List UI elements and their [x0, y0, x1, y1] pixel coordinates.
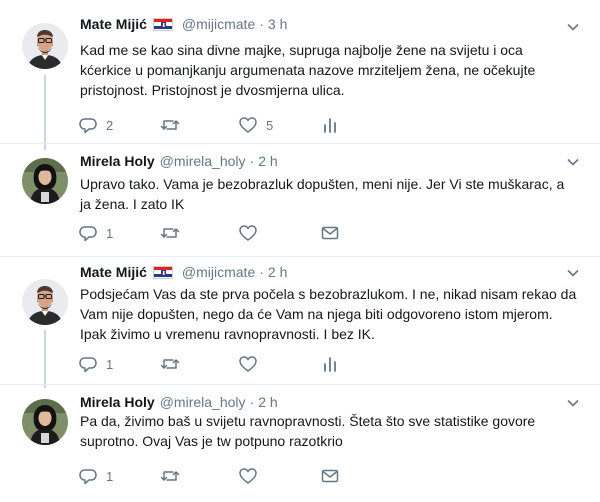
reply-count: 1 [106, 225, 114, 241]
tweet-actions: 1 [78, 223, 368, 243]
separator-dot: · [259, 16, 264, 32]
tweet-header: Mirela Holy @mirela_holy · 2 h [80, 392, 278, 412]
avatar[interactable] [22, 279, 68, 325]
heart-icon [239, 356, 257, 372]
separator-dot: · [249, 153, 255, 169]
reply-count: 1 [106, 468, 114, 484]
chevron-down-icon[interactable] [566, 396, 580, 410]
tweet-header: Mate Mijić @mijicmate · 3 h [80, 14, 287, 34]
tweet[interactable]: Mirela Holy @mirela_holy · 2 h Pa da, ži… [0, 384, 600, 502]
envelope-icon [321, 469, 339, 483]
chevron-down-icon[interactable] [566, 20, 580, 34]
like-count: 5 [266, 117, 274, 133]
retweet-button[interactable] [160, 223, 188, 243]
tweet-actions: 1 [78, 466, 368, 486]
heart-icon [239, 468, 257, 484]
avatar[interactable] [22, 23, 68, 69]
tweet-text: Upravo tako. Vama je bezobrazluk dopušte… [80, 176, 565, 212]
heart-icon [239, 225, 257, 241]
reply-button[interactable]: 1 [78, 223, 113, 243]
tweet-thread: Mate Mijić @mijicmate · 3 h Kad me se ka… [0, 0, 600, 502]
like-button[interactable] [238, 466, 266, 486]
reply-icon [79, 469, 97, 485]
retweet-button[interactable] [160, 354, 188, 374]
avatar[interactable] [22, 158, 68, 204]
croatia-flag-icon [152, 265, 173, 279]
tweet-text: Podsjećam Vas da ste prva počela s bezob… [80, 286, 577, 342]
author-name[interactable]: Mirela Holy [80, 153, 155, 169]
like-button[interactable] [238, 223, 266, 243]
reply-count: 1 [106, 356, 114, 372]
reply-button[interactable]: 1 [78, 466, 113, 486]
direct-message-button[interactable] [320, 466, 340, 486]
like-button[interactable]: 5 [238, 115, 273, 135]
analytics-button[interactable] [320, 354, 340, 374]
tweet[interactable]: Mirela Holy @mirela_holy · 2 h Upravo ta… [0, 143, 600, 256]
reply-button[interactable]: 1 [78, 354, 113, 374]
like-button[interactable] [238, 354, 266, 374]
retweet-icon [160, 228, 180, 238]
tweet-text: Pa da, živimo baš u svijetu ravnopravnos… [80, 413, 536, 449]
tweet[interactable]: Mate Mijić @mijicmate · 2 h Podsjećam Va… [0, 256, 600, 384]
tweet-timestamp[interactable]: 2 h [258, 153, 277, 169]
analytics-icon [324, 357, 336, 372]
author-handle[interactable]: @mijicmate [182, 264, 255, 280]
author-name[interactable]: Mate Mijić [80, 16, 147, 32]
retweet-button[interactable] [160, 115, 188, 135]
chevron-down-icon[interactable] [566, 155, 580, 169]
tweet-timestamp[interactable]: 2 h [258, 394, 277, 410]
tweet-text: Kad me se kao sina divne majke, supruga … [80, 42, 536, 98]
envelope-icon [321, 226, 339, 240]
author-name[interactable]: Mirela Holy [80, 394, 155, 410]
author-handle[interactable]: @mijicmate [182, 16, 255, 32]
analytics-button[interactable] [320, 115, 340, 135]
retweet-icon [160, 120, 180, 130]
separator-dot: · [259, 264, 264, 280]
croatia-flag-icon [152, 17, 173, 31]
author-name[interactable]: Mate Mijić [80, 264, 147, 280]
reply-icon [79, 226, 97, 242]
tweet[interactable]: Mate Mijić @mijicmate · 3 h Kad me se ka… [0, 0, 600, 143]
analytics-icon [324, 118, 336, 133]
author-handle[interactable]: @mirela_holy [160, 394, 246, 410]
separator-dot: · [249, 394, 255, 410]
author-handle[interactable]: @mirela_holy [160, 153, 246, 169]
retweet-icon [160, 359, 180, 369]
retweet-icon [160, 471, 180, 481]
tweet-timestamp[interactable]: 2 h [268, 264, 287, 280]
direct-message-button[interactable] [320, 223, 340, 243]
tweet-timestamp[interactable]: 3 h [268, 16, 287, 32]
reply-count: 2 [106, 117, 114, 133]
tweet-actions: 2 5 [78, 115, 368, 135]
avatar[interactable] [22, 399, 68, 445]
reply-icon [79, 118, 97, 134]
tweet-actions: 1 [78, 354, 368, 374]
tweet-header: Mate Mijić @mijicmate · 2 h [80, 262, 287, 282]
reply-button[interactable]: 2 [78, 115, 113, 135]
retweet-button[interactable] [160, 466, 188, 486]
chevron-down-icon[interactable] [566, 266, 580, 280]
tweet-header: Mirela Holy @mirela_holy · 2 h [80, 151, 278, 171]
reply-icon [79, 357, 97, 373]
heart-icon [239, 117, 257, 133]
